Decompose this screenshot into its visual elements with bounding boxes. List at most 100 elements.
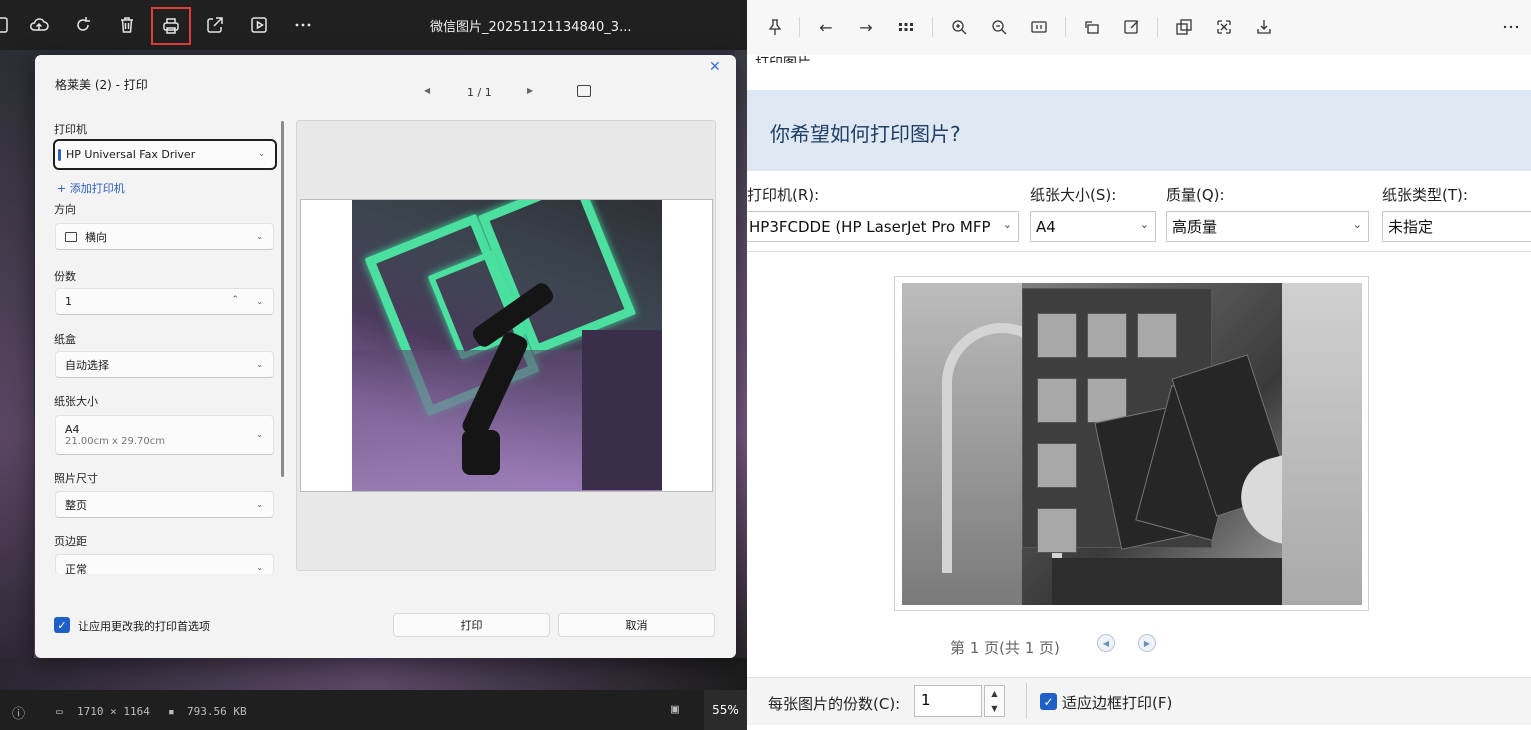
window-title: 打印图片 (755, 53, 811, 63)
copies-input[interactable]: 1 (914, 685, 982, 717)
print-submit-button[interactable]: 打印 (393, 613, 550, 637)
chevron-down-icon: ⌄ (1135, 218, 1149, 231)
paper-type-value: 未指定 (1388, 218, 1434, 236)
landscape-icon (65, 231, 77, 242)
quality-select[interactable]: 高质量 ⌄ (1166, 211, 1369, 242)
chevron-down-icon: ⌄ (1348, 218, 1362, 231)
actual-size-icon[interactable] (1027, 15, 1051, 39)
paper-size-select[interactable]: A4 ⌄ (1030, 211, 1156, 242)
info-icon[interactable]: ⓘ (12, 703, 25, 722)
edit-icon[interactable] (1120, 15, 1144, 39)
chevron-down-icon: ⌄ (258, 149, 265, 158)
decrement-icon[interactable]: ⌄ (256, 297, 263, 306)
settings-scrollbar[interactable] (281, 121, 284, 477)
options-bar: 每张图片的份数(C): 1 ▲ ▼ ✓ 适应边框打印(F) (747, 677, 1531, 725)
fit-to-window-icon[interactable] (577, 85, 591, 97)
margins-value: 正常 (65, 563, 87, 574)
print-button[interactable] (151, 7, 191, 45)
spin-up-icon[interactable]: ▲ (985, 686, 1004, 701)
copies-spinner[interactable]: ▲ ▼ (984, 685, 1005, 717)
chevron-down-icon: ⌄ (256, 500, 263, 509)
orientation-label: 方向 (54, 203, 76, 216)
share-icon[interactable] (200, 10, 230, 40)
add-printer-link[interactable]: + 添加打印机 (57, 180, 125, 196)
printer-label: 打印机(R): (747, 186, 820, 204)
grid-view-icon[interactable] (894, 15, 918, 39)
printer-icon (163, 18, 179, 34)
zoom-in-icon[interactable] (947, 15, 971, 39)
previous-page-icon[interactable]: ◀ (424, 86, 430, 95)
upload-cloud-icon[interactable] (24, 10, 54, 40)
more-options-icon[interactable] (288, 10, 318, 40)
crop-icon[interactable] (1212, 15, 1236, 39)
fit-frame-label: 适应边框打印(F) (1062, 694, 1173, 712)
page-count: 1 / 1 (467, 86, 492, 99)
delete-icon[interactable] (112, 10, 142, 40)
photo-size-value: 整页 (65, 498, 87, 512)
fit-frame-checkbox[interactable]: ✓ (1040, 693, 1057, 710)
tray-select[interactable]: 自动选择 ⌄ (55, 351, 274, 378)
quality-value: 高质量 (1172, 218, 1218, 236)
pin-icon[interactable] (763, 15, 787, 39)
preview-photo (352, 200, 662, 491)
paper-size-label: 纸张大小 (54, 395, 98, 408)
paper-type-select[interactable]: 未指定 (1382, 211, 1531, 242)
print-preview (894, 276, 1369, 611)
viewer-status-bar: ⓘ ▭ 1710 × 1164 ▪ 793.56 KB ▣ 55% (0, 690, 747, 730)
paper-size-select[interactable]: A4 21.00cm x 29.70cm ⌄ (55, 415, 274, 455)
edge-icon[interactable] (0, 10, 16, 40)
dimensions-icon: ▭ (56, 705, 63, 718)
chevron-down-icon: ⌄ (256, 430, 263, 439)
paper-size-value: A4 (65, 423, 80, 436)
rotate-icon[interactable] (68, 10, 98, 40)
slideshow-icon[interactable] (244, 10, 274, 40)
tray-value: 自动选择 (65, 358, 109, 372)
print-dialog: 格莱美 (2) - 打印 ✕ ◀ 1 / 1 ▶ 打印机 HP Universa… (35, 55, 736, 658)
image-file-title: 微信图片_20251121134840_3... (430, 20, 632, 35)
close-icon[interactable]: ✕ (709, 59, 721, 75)
fit-screen-icon[interactable]: ▣ (671, 702, 679, 717)
quality-label: 质量(Q): (1166, 186, 1225, 204)
printer-select[interactable]: HP3FCDDE (HP LaserJet Pro MFP ⌄ (747, 211, 1019, 242)
increment-icon[interactable]: ⌃ (231, 295, 239, 305)
printer-label: 打印机 (54, 123, 87, 136)
page-heading: 你希望如何打印图片? (770, 122, 961, 146)
allow-app-label: 让应用更改我的打印首选项 (78, 620, 210, 633)
printer-select-value: HP Universal Fax Driver (66, 148, 196, 161)
previous-page-button[interactable]: ◀ (1097, 634, 1115, 652)
paper-size-label: 纸张大小(S): (1030, 186, 1117, 204)
dialog-title: 格莱美 (2) - 打印 (55, 78, 148, 92)
zoom-level[interactable]: 55% (704, 690, 747, 730)
viewer-toolbar: 微信图片_20251121134840_3... (0, 0, 747, 50)
zoom-out-icon[interactable] (987, 15, 1011, 39)
chevron-down-icon: ⌄ (998, 218, 1012, 231)
photos-viewer-window: 微信图片_20251121134840_3... 格莱美 (2) - 打印 ✕ … (0, 0, 747, 730)
forward-arrow-icon[interactable]: → (854, 15, 878, 39)
back-arrow-icon[interactable]: ← (814, 15, 838, 39)
copies-value: 1 (65, 295, 72, 308)
download-icon[interactable] (1252, 15, 1276, 39)
copy-image-icon[interactable] (1172, 15, 1196, 39)
next-page-button[interactable]: ▶ (1138, 634, 1156, 652)
allow-app-checkbox[interactable]: ✓ (54, 617, 70, 633)
cancel-button[interactable]: 取消 (558, 613, 715, 637)
photo-size-select[interactable]: 整页 ⌄ (55, 491, 274, 518)
next-page-icon[interactable]: ▶ (527, 86, 533, 95)
copies-stepper[interactable]: 1 ⌃ ⌄ (55, 288, 274, 315)
print-pictures-window: ← → 打 (747, 0, 1531, 730)
preview-page (300, 199, 713, 492)
print-preview-area (296, 120, 716, 571)
file-size: 793.56 KB (187, 705, 247, 718)
paper-size-value: A4 (1036, 217, 1056, 236)
more-options-icon[interactable] (1499, 15, 1523, 39)
chevron-down-icon: ⌄ (256, 563, 263, 572)
spin-down-icon[interactable]: ▼ (985, 701, 1004, 716)
printer-select[interactable]: HP Universal Fax Driver ⌄ (53, 139, 277, 170)
orientation-select[interactable]: 横向 ⌄ (55, 223, 274, 250)
copies-label: 份数 (54, 270, 76, 283)
printer-select-value: HP3FCDDE (HP LaserJet Pro MFP (749, 217, 991, 236)
preview-photo (902, 283, 1362, 605)
margins-select[interactable]: 正常 ⌄ (55, 554, 274, 574)
rotate-left-icon[interactable] (1080, 15, 1104, 39)
image-dimensions: 1710 × 1164 (77, 705, 150, 718)
